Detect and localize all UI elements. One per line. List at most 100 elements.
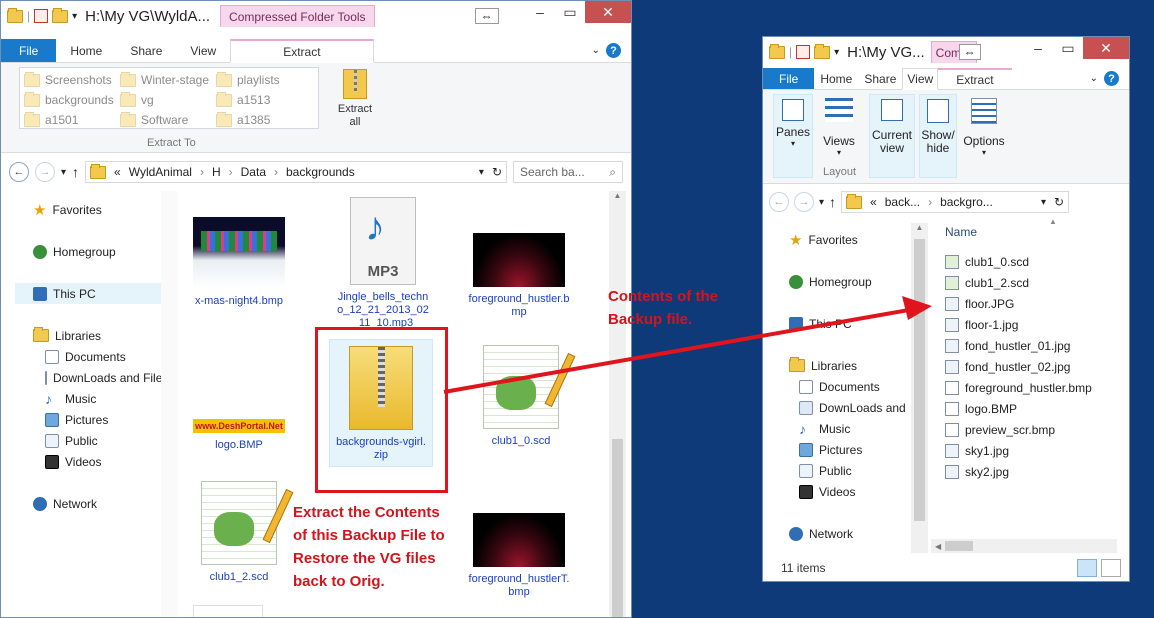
breadcrumb-wyldanimal[interactable]: WyldAnimal bbox=[129, 165, 192, 179]
scroll-thumb[interactable] bbox=[914, 239, 925, 521]
large-icons-view-icon[interactable] bbox=[1101, 559, 1121, 577]
tab-extract[interactable]: Extract bbox=[230, 39, 374, 63]
right-title-bar[interactable]: | ▾ H:\My VG... Compr ⇔ – ▭ ✕ bbox=[763, 37, 1129, 67]
tab-view[interactable]: View bbox=[902, 68, 939, 90]
breadcrumb-backgrounds[interactable]: backgro... bbox=[940, 195, 993, 209]
file-tile[interactable]: foreground_hustler.bmp bbox=[467, 233, 571, 319]
forward-icon[interactable]: → bbox=[35, 162, 55, 182]
qat-dropdown-icon[interactable]: ▾ bbox=[72, 11, 77, 22]
nav-documents[interactable]: Documents bbox=[1, 346, 161, 367]
scroll-up-icon[interactable]: ▲ bbox=[609, 191, 626, 200]
list-item[interactable]: floor.JPG bbox=[945, 293, 1092, 314]
address-dropdown-icon[interactable]: ▾ bbox=[479, 167, 484, 178]
help-icon[interactable]: ? bbox=[1104, 71, 1119, 86]
address-bar[interactable]: « back... › backgro... ▾ ↻ bbox=[841, 191, 1070, 213]
current-view-button[interactable]: Current view bbox=[869, 94, 915, 178]
scroll-left-icon[interactable]: ◀ bbox=[931, 542, 945, 551]
scroll-thumb[interactable] bbox=[612, 439, 623, 617]
tab-view[interactable]: View bbox=[176, 39, 230, 62]
details-view-icon[interactable] bbox=[1077, 559, 1097, 577]
ribbon-collapse-icon[interactable]: ⌄ bbox=[592, 45, 600, 56]
address-bar[interactable]: « WyldAnimal › H › Data › backgrounds ▾ … bbox=[85, 161, 507, 183]
right-nav-scrollbar[interactable]: ▲ bbox=[911, 223, 928, 553]
list-item[interactable]: logo.BMP bbox=[945, 398, 1092, 419]
left-content-scrollbar[interactable]: ▲ bbox=[609, 191, 626, 617]
search-box[interactable]: Search ba... ⌕ bbox=[513, 161, 623, 183]
resize-arrows-icon[interactable]: ⇔ bbox=[474, 8, 499, 24]
refresh-icon[interactable]: ↻ bbox=[1054, 195, 1064, 209]
list-item[interactable]: floor-1.jpg bbox=[945, 314, 1092, 335]
extract-dest-a1385[interactable]: a1385 bbox=[216, 110, 312, 130]
back-icon[interactable]: ← bbox=[9, 162, 29, 182]
nav-libraries[interactable]: Libraries bbox=[763, 355, 911, 376]
nav-homegroup[interactable]: Homegroup bbox=[763, 271, 911, 292]
column-header-name[interactable]: Name ▲ bbox=[945, 217, 1057, 239]
qat-dropdown-icon[interactable]: ▾ bbox=[834, 47, 839, 58]
refresh-icon[interactable]: ↻ bbox=[492, 165, 502, 179]
maximize-icon[interactable]: ▭ bbox=[555, 1, 585, 23]
recent-locations-icon[interactable]: ▾ bbox=[819, 197, 824, 208]
nav-music[interactable]: ♪ Music bbox=[763, 418, 911, 439]
nav-videos[interactable]: Videos bbox=[763, 481, 911, 502]
extract-dest-a1513[interactable]: a1513 bbox=[216, 90, 312, 110]
nav-this-pc[interactable]: This PC bbox=[15, 283, 161, 304]
file-tile[interactable]: x-mas-night4.bmp bbox=[187, 217, 291, 308]
left-nav-scrollbar[interactable] bbox=[161, 191, 178, 617]
close-icon[interactable]: ✕ bbox=[585, 1, 631, 23]
extract-dest-winter-stage[interactable]: Winter-stage bbox=[120, 70, 216, 90]
breadcrumb-overflow[interactable]: « bbox=[870, 195, 877, 209]
ribbon-collapse-icon[interactable]: ⌄ bbox=[1090, 73, 1098, 84]
tab-share[interactable]: Share bbox=[116, 39, 176, 62]
list-item[interactable]: club1_0.scd bbox=[945, 251, 1092, 272]
file-tile[interactable]: club1_0.scd bbox=[469, 345, 576, 448]
nav-downloads[interactable]: DownLoads and bbox=[763, 397, 911, 418]
nav-network[interactable]: Network bbox=[763, 523, 911, 544]
tab-share[interactable]: Share bbox=[858, 68, 902, 89]
address-dropdown-icon[interactable]: ▾ bbox=[1041, 197, 1046, 208]
recent-locations-icon[interactable]: ▾ bbox=[61, 167, 66, 178]
tab-file[interactable]: File bbox=[1, 39, 57, 62]
breadcrumb-back[interactable]: back... bbox=[885, 195, 920, 209]
extract-all-button[interactable]: Extract all bbox=[333, 69, 377, 129]
extract-to-gallery[interactable]: Screenshots Winter-stage playlists backg… bbox=[19, 67, 319, 129]
new-folder-icon[interactable] bbox=[814, 43, 831, 59]
minimize-icon[interactable]: – bbox=[1023, 37, 1053, 59]
breadcrumb-backgrounds[interactable]: backgrounds bbox=[286, 165, 355, 179]
file-tile[interactable]: foreground_hustlerT.bmp bbox=[467, 513, 571, 599]
back-icon[interactable]: ← bbox=[769, 192, 789, 212]
options-button[interactable]: Options ▾ bbox=[961, 98, 1007, 157]
properties-icon[interactable] bbox=[34, 9, 49, 23]
nav-pictures[interactable]: Pictures bbox=[1, 409, 161, 430]
file-tile[interactable]: www.DeshPortal.Net logo.BMP bbox=[187, 419, 291, 452]
help-icon[interactable]: ? bbox=[606, 43, 621, 58]
file-tile[interactable]: club1_2.scd bbox=[187, 481, 294, 584]
list-item[interactable]: foreground_hustler.bmp bbox=[945, 377, 1092, 398]
nav-downloads[interactable]: DownLoads and File bbox=[1, 367, 162, 388]
list-item[interactable]: preview_scr.bmp bbox=[945, 419, 1092, 440]
nav-favorites[interactable]: ★ Favorites bbox=[763, 229, 911, 250]
tab-extract[interactable]: Extract bbox=[938, 68, 1012, 89]
tab-file[interactable]: File bbox=[763, 68, 815, 89]
up-icon[interactable]: ↑ bbox=[72, 164, 79, 180]
extract-dest-a1501[interactable]: a1501 bbox=[24, 110, 120, 130]
partial-file-tile[interactable] bbox=[193, 605, 263, 617]
extract-dest-backgrounds[interactable]: backgrounds bbox=[24, 90, 120, 110]
scroll-thumb[interactable] bbox=[945, 541, 974, 551]
list-item[interactable]: fond_hustler_01.jpg bbox=[945, 335, 1092, 356]
tab-home[interactable]: Home bbox=[56, 39, 116, 62]
new-folder-icon[interactable] bbox=[52, 7, 69, 23]
list-item[interactable]: fond_hustler_02.jpg bbox=[945, 356, 1092, 377]
breadcrumb-overflow[interactable]: « bbox=[114, 165, 121, 179]
nav-libraries[interactable]: Libraries bbox=[1, 325, 161, 346]
extract-dest-playlists[interactable]: playlists bbox=[216, 70, 312, 90]
properties-icon[interactable] bbox=[796, 45, 811, 59]
extract-dest-vg[interactable]: vg bbox=[120, 90, 216, 110]
nav-favorites[interactable]: ★ Favorites bbox=[1, 199, 161, 220]
nav-public[interactable]: Public bbox=[1, 430, 161, 451]
close-icon[interactable]: ✕ bbox=[1083, 37, 1129, 59]
left-title-bar[interactable]: | ▾ H:\My VG\WyldA... Compressed Folder … bbox=[1, 1, 631, 31]
extract-dest-software[interactable]: Software bbox=[120, 110, 216, 130]
list-item[interactable]: club1_2.scd bbox=[945, 272, 1092, 293]
tab-home[interactable]: Home bbox=[814, 68, 858, 89]
up-icon[interactable]: ↑ bbox=[829, 194, 836, 210]
